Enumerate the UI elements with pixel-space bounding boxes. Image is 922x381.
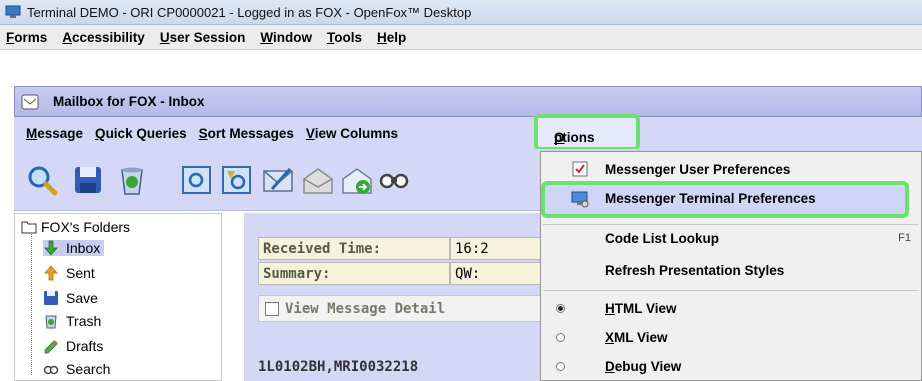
main-menubar: Forms Accessibility User Session Window … <box>0 25 922 50</box>
folder-icon <box>21 221 37 234</box>
summary-value: QW: <box>450 262 554 285</box>
trash-icon[interactable] <box>114 163 150 197</box>
mailbox-title: Mailbox for FOX - Inbox <box>53 94 205 109</box>
message-detail-panel: Received Time: 16:2 Summary: QW: View Me… <box>244 213 554 381</box>
save-icon <box>44 291 58 305</box>
options-dropdown: Messenger User Preferences Messenger Ter… <box>540 151 922 381</box>
tree-item-inbox[interactable]: Inbox <box>43 240 105 256</box>
menu-item-user-preferences[interactable]: Messenger User Preferences <box>541 155 922 183</box>
binoculars-icon[interactable] <box>376 163 412 197</box>
save-icon[interactable] <box>70 163 106 197</box>
menu-options[interactable]: Options <box>534 114 640 151</box>
menu-accessibility[interactable]: Accessibility <box>62 30 145 45</box>
radio-selected-icon <box>556 303 565 313</box>
inbox-arrow-icon <box>44 240 58 256</box>
summary-label: Summary: <box>258 262 450 285</box>
tree-item-drafts[interactable]: Drafts <box>43 338 103 354</box>
mailbox-frame-title: Mailbox for FOX - Inbox <box>14 86 922 117</box>
received-time-label: Received Time: <box>258 237 450 260</box>
view-details-checkbox[interactable] <box>265 301 279 316</box>
tree-item-label: Trash <box>66 313 102 329</box>
tree-root[interactable]: FOX's Folders <box>21 219 130 235</box>
tree-connector <box>31 230 32 375</box>
menu-window[interactable]: Window <box>260 30 312 45</box>
menu-tools[interactable]: Tools <box>327 30 362 45</box>
menu-sort-messages[interactable]: Sort Messages <box>199 126 294 141</box>
pencil-icon <box>44 340 58 354</box>
tree-item-sent[interactable]: Sent <box>43 265 95 281</box>
radio-icon <box>556 361 565 371</box>
trash-icon <box>45 315 57 329</box>
menu-view-columns[interactable]: View Columns <box>306 126 398 141</box>
menu-forms[interactable]: Forms <box>6 30 47 45</box>
view-message-details-toggle[interactable]: View Message Detail <box>258 295 554 322</box>
tree-item-search[interactable]: Search <box>43 361 110 377</box>
user-preferences-label: Messenger User Preferences <box>605 161 791 177</box>
tree-item-label: Inbox <box>66 240 101 256</box>
window-title: Terminal DEMO - ORI CP0000021 - Logged i… <box>27 4 472 20</box>
message-body-text: 1L0102BH,MRI0032218 <box>258 359 419 375</box>
tree-item-label: Drafts <box>66 338 104 354</box>
code-list-accelerator: F1 <box>898 232 911 244</box>
tree-root-label: FOX's Folders <box>41 219 131 235</box>
tree-item-trash[interactable]: Trash <box>43 313 101 329</box>
menu-user-session[interactable]: User Session <box>160 30 246 45</box>
envelope-icon <box>21 94 39 109</box>
view-details-label: View Message Detail <box>285 300 446 317</box>
window-title-bar: Terminal DEMO - ORI CP0000021 - Logged i… <box>0 0 922 25</box>
open-message-icon[interactable] <box>219 163 255 197</box>
menu-item-code-list-lookup[interactable]: Code List Lookup F1 <box>541 224 922 252</box>
menu-message[interactable]: Message <box>26 126 83 141</box>
menu-item-debug-view[interactable]: Debug View <box>541 352 922 380</box>
app-icon <box>5 5 21 18</box>
binoculars-icon <box>43 365 59 375</box>
view-message-icon[interactable] <box>179 163 215 197</box>
folder-tree: FOX's Folders Inbox Sent Save Trash Draf… <box>14 213 222 381</box>
preferences-checklist-icon <box>572 161 588 177</box>
menu-help[interactable]: Help <box>377 30 406 45</box>
tree-item-label: Search <box>66 361 111 377</box>
menu-separator <box>543 290 919 291</box>
radio-icon <box>556 332 565 342</box>
compose-icon[interactable] <box>260 163 296 197</box>
menu-item-terminal-preferences[interactable]: Messenger Terminal Preferences <box>541 181 909 218</box>
reply-icon[interactable] <box>339 163 375 197</box>
forward-icon[interactable] <box>300 163 336 197</box>
menu-item-refresh-styles[interactable]: Refresh Presentation Styles <box>541 256 922 284</box>
tree-item-label: Sent <box>66 265 95 281</box>
menu-quick-queries[interactable]: Quick Queries <box>95 126 187 141</box>
menu-item-html-view[interactable]: HTML View <box>541 294 922 322</box>
tree-item-label: Save <box>66 290 98 306</box>
menu-item-xml-view[interactable]: XML View <box>541 323 922 351</box>
sent-arrow-icon <box>44 265 58 281</box>
tree-item-save[interactable]: Save <box>43 290 98 306</box>
search-icon[interactable] <box>24 163 60 197</box>
mailbox-menubar: Message Quick Queries Sort Messages View… <box>14 117 922 149</box>
refresh-styles-label: Refresh Presentation Styles <box>605 262 785 278</box>
terminal-preferences-label: Messenger Terminal Preferences <box>605 191 816 206</box>
terminal-monitor-icon <box>571 191 589 208</box>
received-time-value: 16:2 <box>450 237 554 260</box>
code-list-label: Code List Lookup <box>605 230 719 246</box>
